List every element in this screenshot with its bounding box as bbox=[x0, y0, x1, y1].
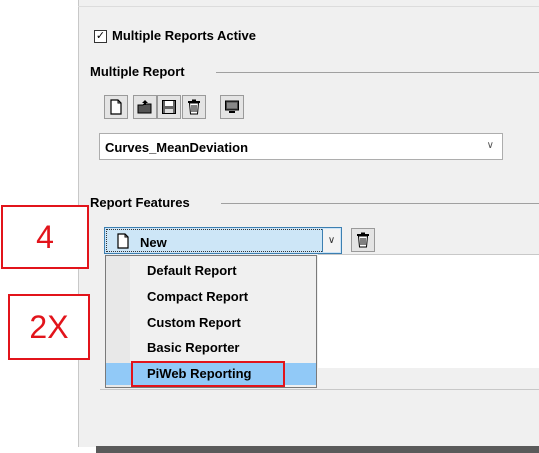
panel-shadow bbox=[96, 446, 539, 453]
new-document-icon bbox=[110, 99, 122, 115]
delete-icon bbox=[188, 99, 200, 115]
panel-top-divider bbox=[78, 6, 539, 7]
new-report-button[interactable] bbox=[104, 95, 128, 119]
group-divider bbox=[216, 72, 539, 73]
new-document-icon bbox=[117, 233, 129, 249]
highlight-piweb-reporting bbox=[131, 361, 285, 387]
chevron-down-icon[interactable]: ∨ bbox=[322, 229, 340, 252]
dropdown-item-basic-reporter[interactable]: Basic Reporter bbox=[106, 337, 316, 359]
preview-report-button[interactable] bbox=[220, 95, 244, 119]
save-icon bbox=[162, 100, 176, 114]
chevron-down-icon: ∨ bbox=[486, 140, 494, 151]
multiple-report-group-label: Multiple Report bbox=[90, 64, 185, 79]
report-features-group-label: Report Features bbox=[90, 195, 190, 210]
multiple-report-select[interactable]: Curves_MeanDeviation ∨ bbox=[99, 133, 503, 160]
delete-feature-button[interactable] bbox=[351, 228, 375, 252]
monitor-icon bbox=[225, 100, 239, 113]
open-folder-icon bbox=[137, 100, 152, 114]
delete-icon bbox=[357, 232, 369, 248]
step-number-annotation: 4 bbox=[1, 205, 89, 269]
multiple-reports-checkbox[interactable]: ✓ bbox=[94, 30, 107, 43]
features-list[interactable] bbox=[318, 254, 539, 370]
multiple-report-value: Curves_MeanDeviation bbox=[105, 140, 249, 155]
dropdown-item-custom-report[interactable]: Custom Report bbox=[106, 312, 316, 334]
report-features-select[interactable]: New ∨ bbox=[104, 227, 342, 254]
report-features-value: New bbox=[140, 235, 167, 250]
lower-divider bbox=[100, 389, 539, 390]
report-features-focus: New bbox=[106, 229, 324, 252]
open-report-button[interactable] bbox=[133, 95, 157, 119]
double-click-annotation: 2X bbox=[8, 294, 90, 360]
dropdown-item-default-report[interactable]: Default Report bbox=[106, 260, 316, 282]
delete-report-button[interactable] bbox=[182, 95, 206, 119]
dropdown-item-compact-report[interactable]: Compact Report bbox=[106, 286, 316, 308]
group-divider bbox=[221, 203, 539, 204]
multiple-reports-label: Multiple Reports Active bbox=[112, 28, 256, 43]
save-report-button[interactable] bbox=[157, 95, 181, 119]
